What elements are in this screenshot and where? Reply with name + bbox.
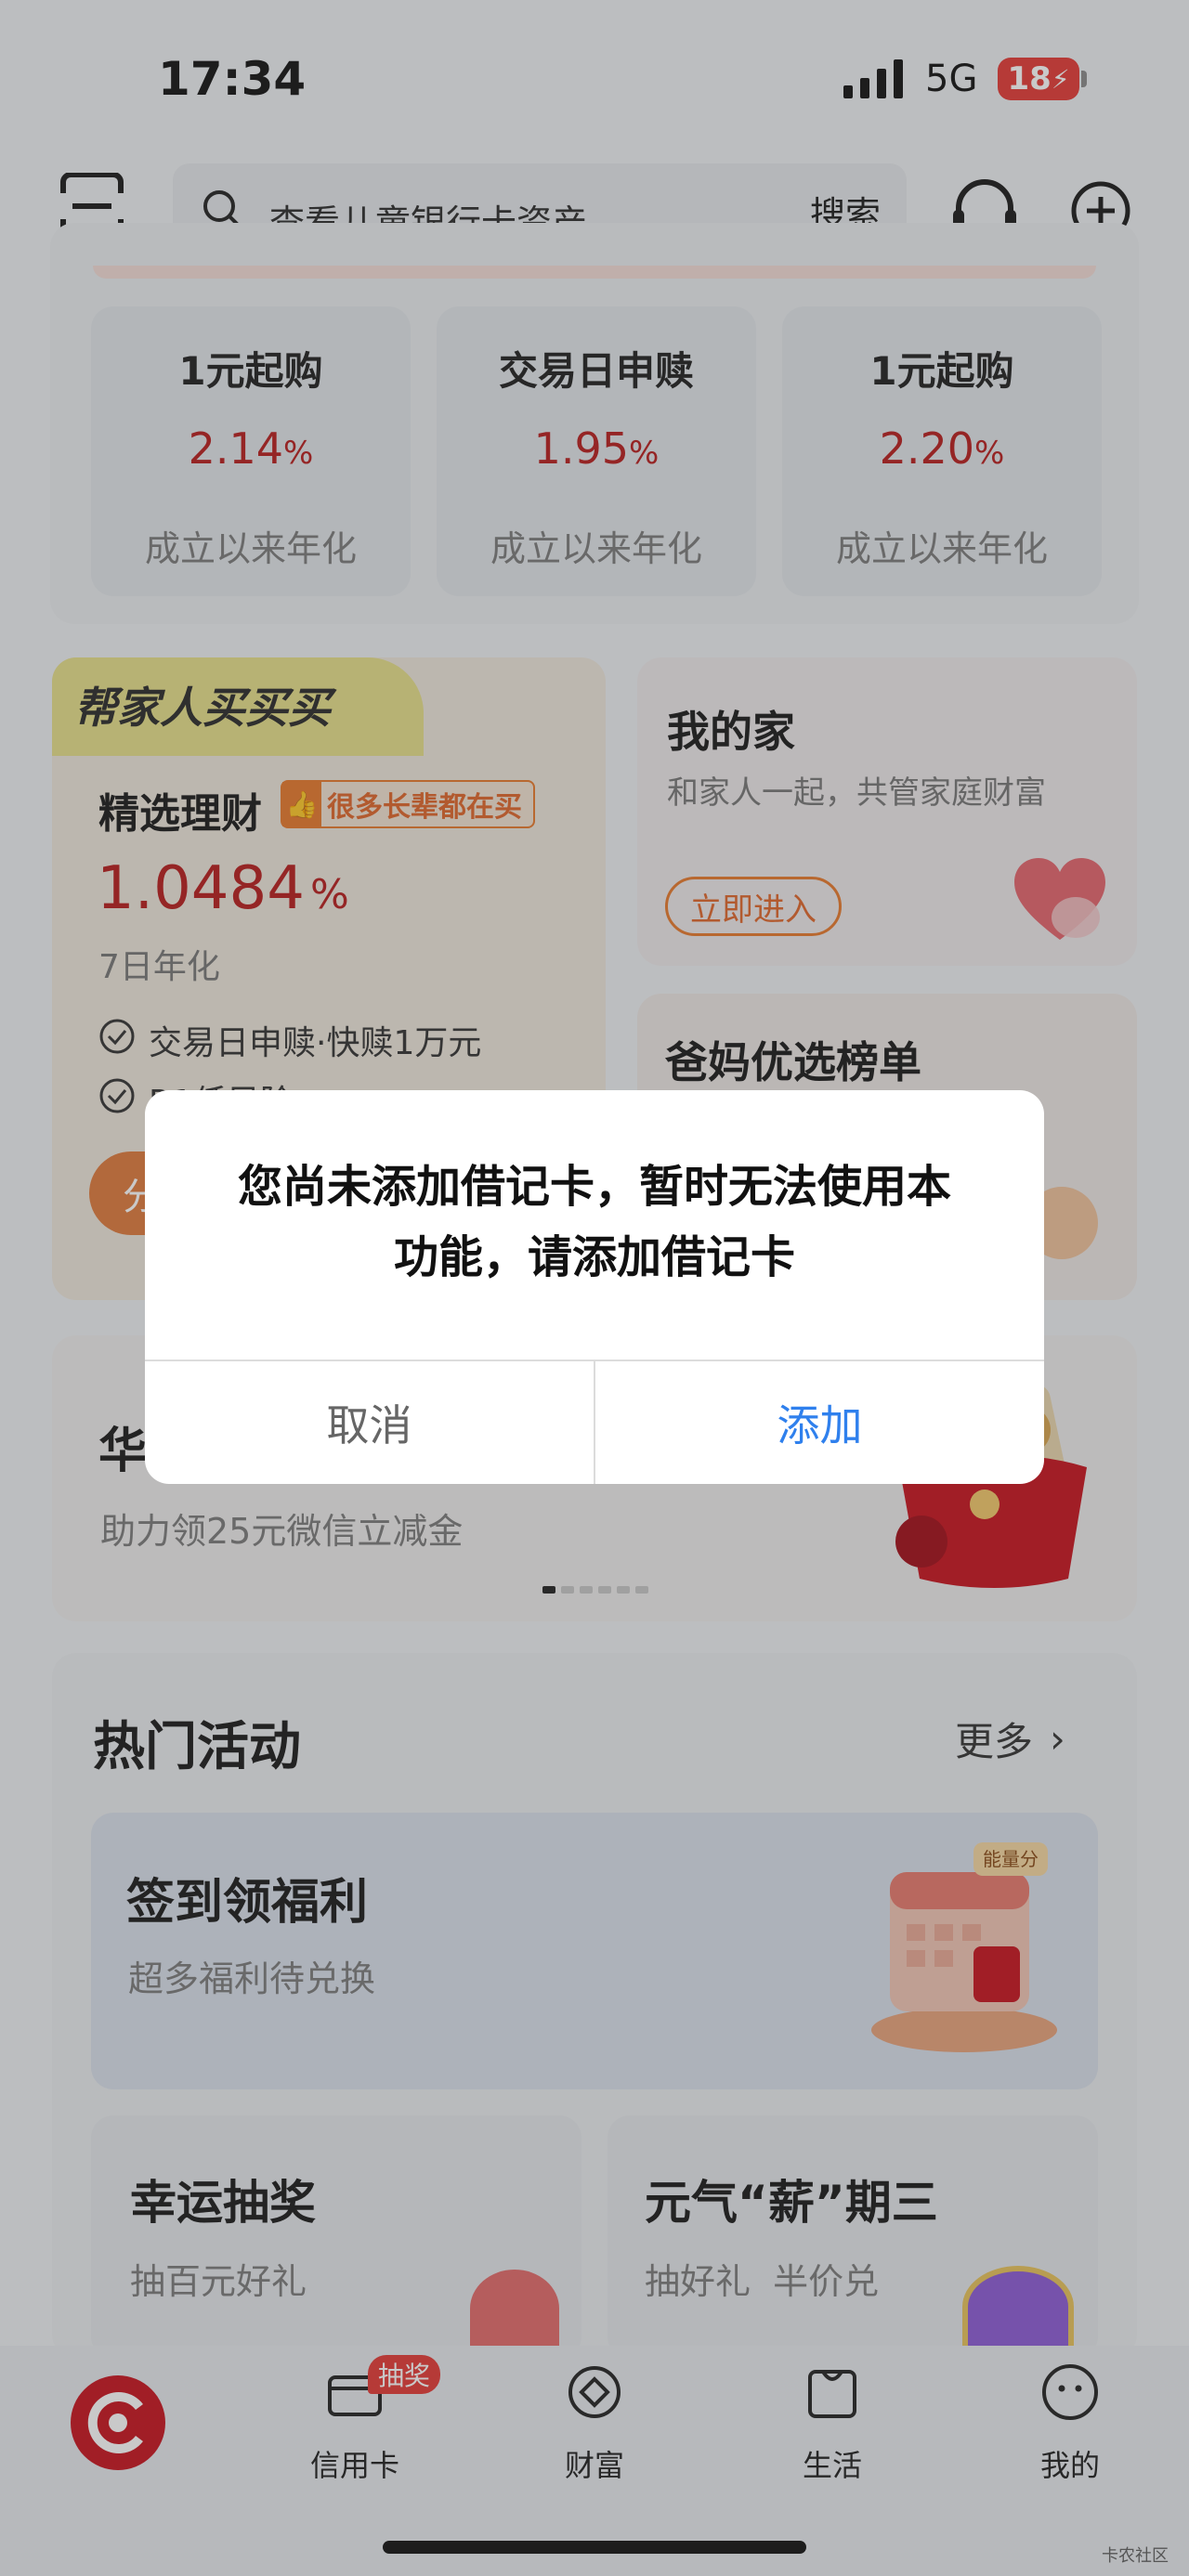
- dialog-message-line: 功能，请添加借记卡: [393, 1231, 795, 1283]
- add-debit-card-dialog: 您尚未添加借记卡，暂时无法使用本 功能，请添加借记卡 取消 添加: [145, 1090, 1044, 1484]
- dialog-message-line: 您尚未添加借记卡，暂时无法使用本: [237, 1161, 951, 1213]
- watermark: 卡农社区: [1102, 2546, 1169, 2566]
- add-button[interactable]: 添加: [595, 1361, 1044, 1484]
- cancel-button[interactable]: 取消: [145, 1361, 594, 1484]
- dialog-message: 您尚未添加借记卡，暂时无法使用本 功能，请添加借记卡: [145, 1151, 1044, 1293]
